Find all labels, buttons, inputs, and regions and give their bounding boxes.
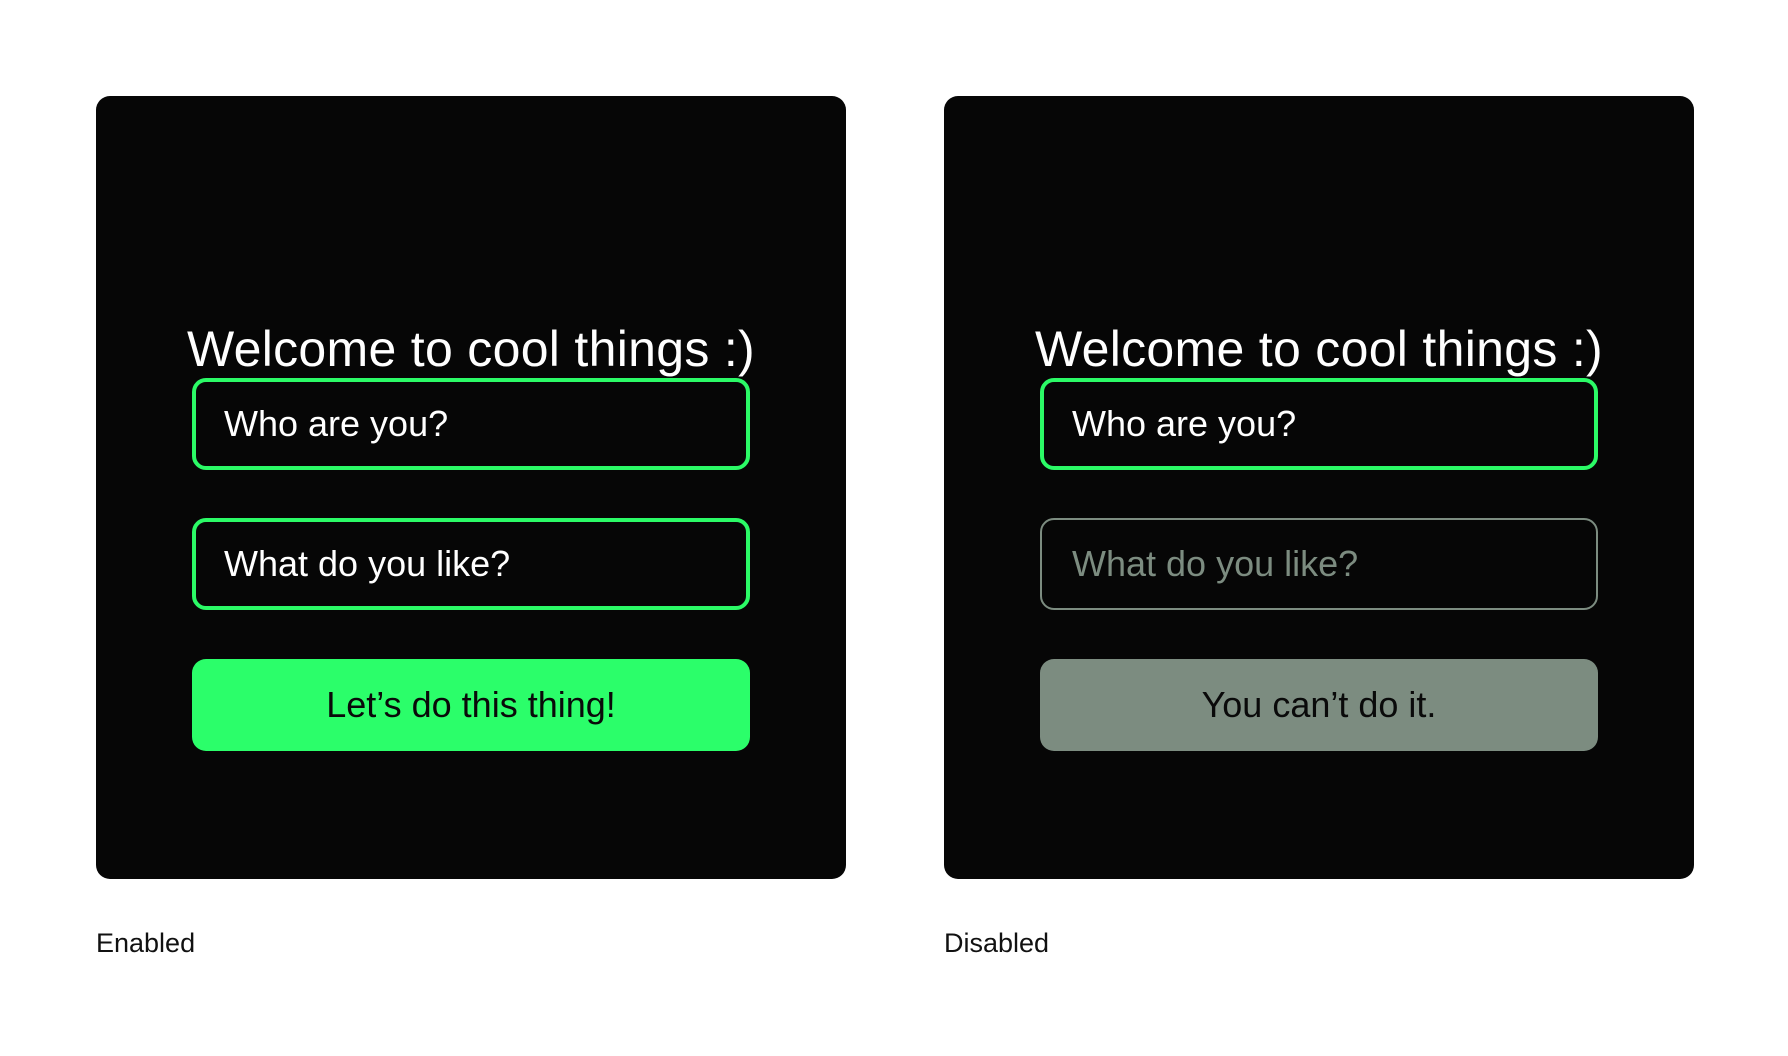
name-input[interactable]: Who are you? (1040, 378, 1598, 470)
form-title: Welcome to cool things :) (187, 321, 755, 377)
submit-button[interactable]: Let’s do this thing! (192, 659, 750, 751)
enabled-form-card: Welcome to cool things :) Who are you? W… (96, 96, 846, 879)
submit-button-disabled: You can’t do it. (1040, 659, 1598, 751)
name-input[interactable]: Who are you? (192, 378, 750, 470)
state-label-disabled: Disabled (944, 928, 1050, 958)
disabled-form-card: Welcome to cool things :) Who are you? W… (944, 96, 1694, 879)
likes-input-disabled: What do you like? (1040, 518, 1598, 610)
state-label-enabled: Enabled (96, 928, 196, 958)
likes-input[interactable]: What do you like? (192, 518, 750, 610)
form-title: Welcome to cool things :) (1035, 321, 1603, 377)
